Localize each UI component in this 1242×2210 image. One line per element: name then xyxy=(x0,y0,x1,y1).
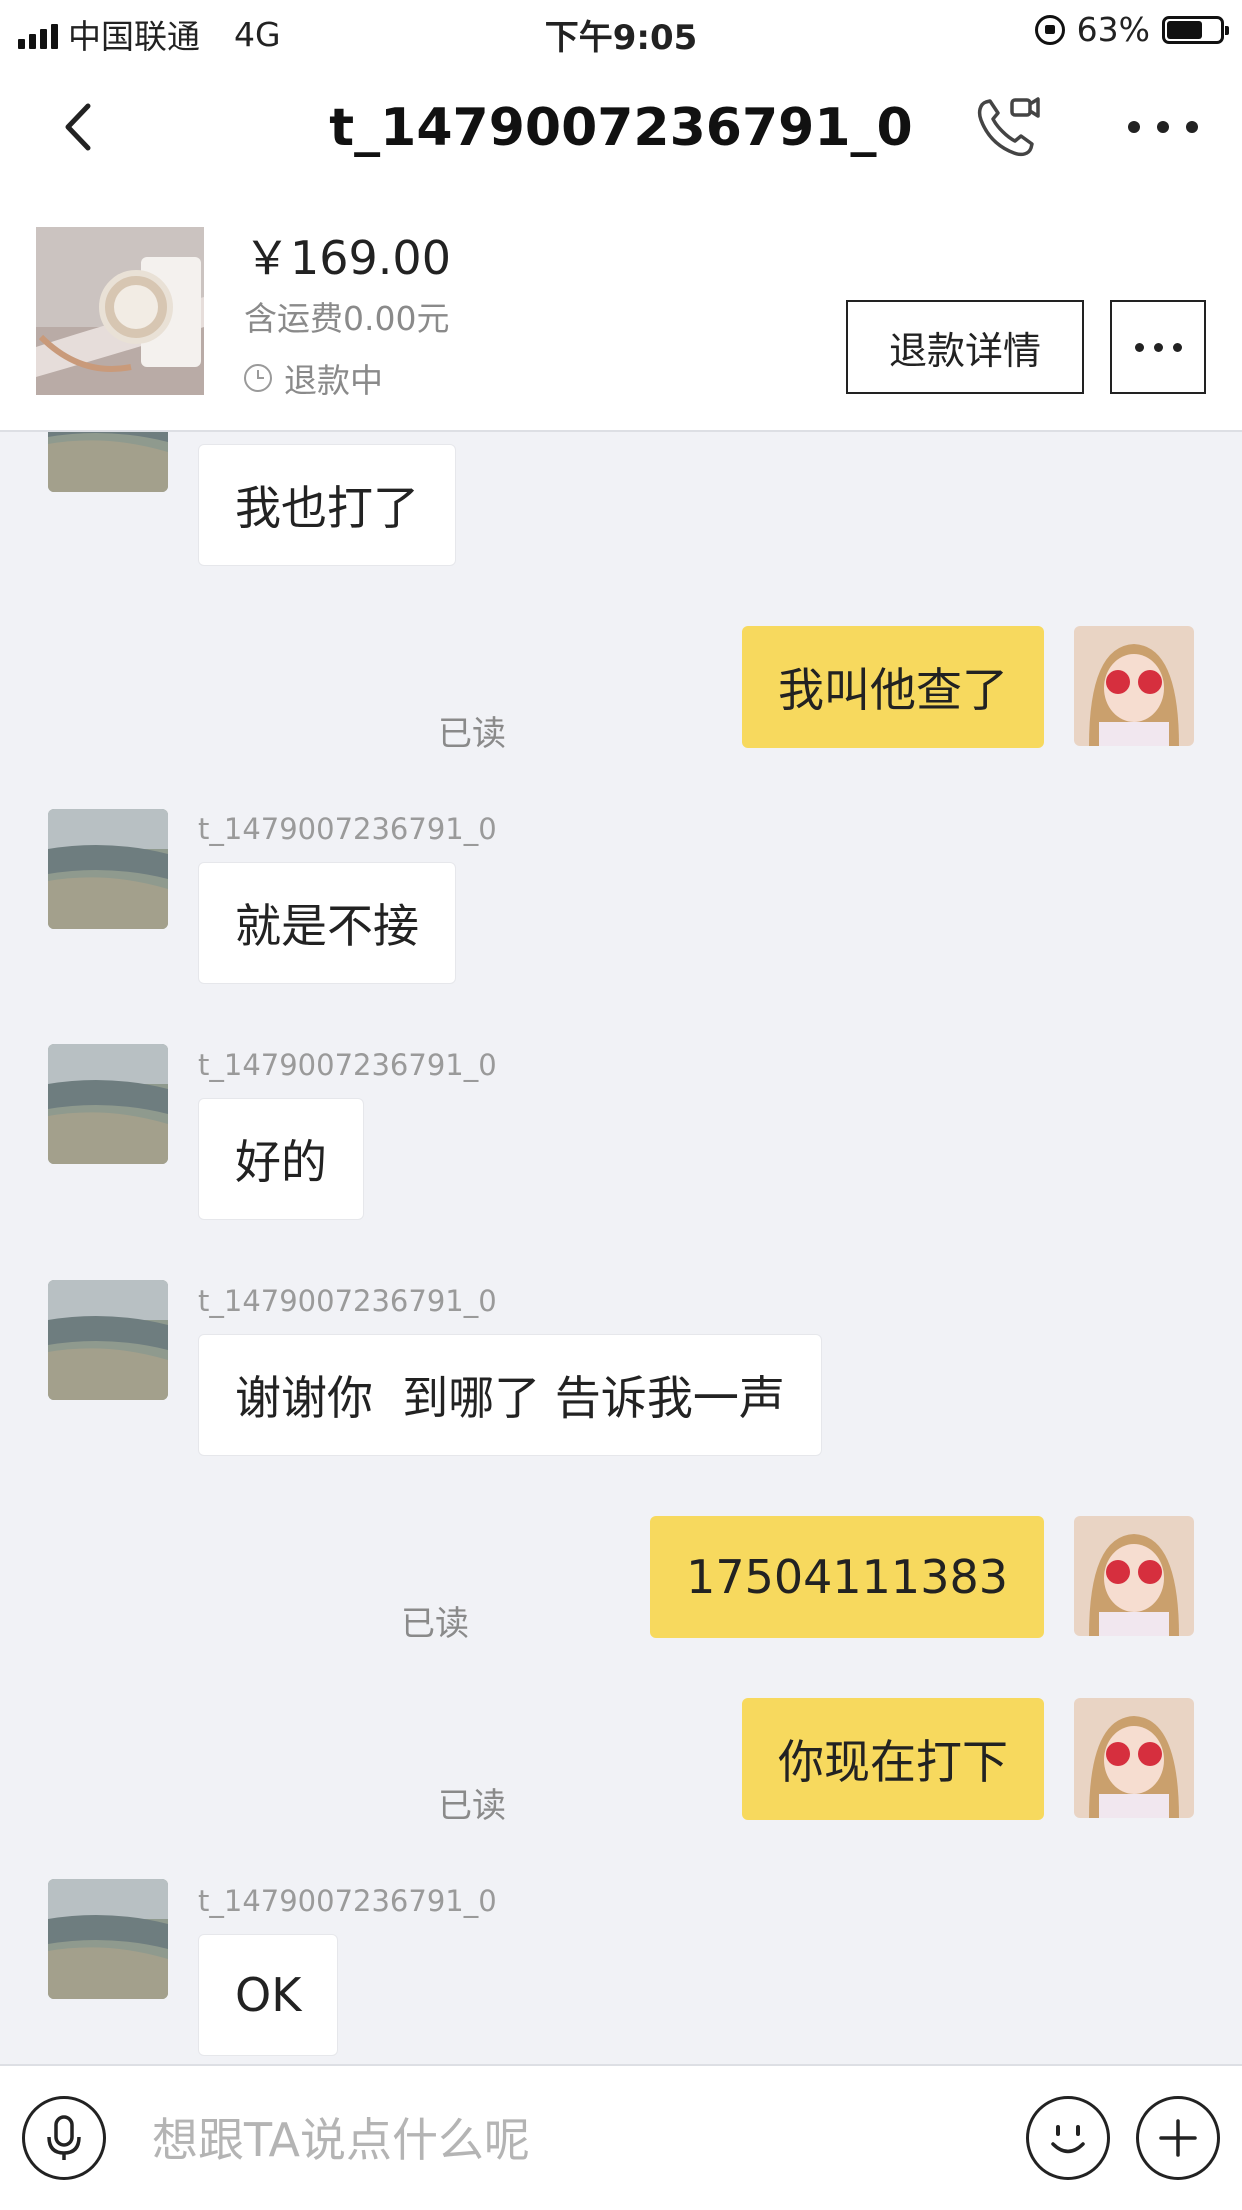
microphone-icon xyxy=(47,2115,81,2160)
battery-percent: 63% xyxy=(1076,10,1150,49)
contact-avatar[interactable] xyxy=(48,1044,168,1164)
contact-avatar[interactable] xyxy=(48,809,168,929)
user-avatar[interactable] xyxy=(1074,1698,1194,1818)
user-avatar[interactable] xyxy=(1074,626,1194,746)
battery-icon xyxy=(1162,15,1229,44)
input-bar xyxy=(0,2064,1242,2210)
sender-name: t_1479007236791_0 xyxy=(198,1284,497,1318)
back-icon[interactable] xyxy=(56,102,106,152)
read-receipt: 已读 xyxy=(438,1786,506,1826)
plus-icon xyxy=(1159,2119,1197,2157)
page-title: t_1479007236791_0 xyxy=(329,98,913,158)
sender-name: t_1479007236791_0 xyxy=(198,1884,497,1918)
contact-avatar[interactable] xyxy=(48,1280,168,1400)
microphone-button[interactable] xyxy=(22,2096,106,2180)
sender-name: t_1479007236791_0 xyxy=(198,1048,497,1082)
order-card: ￥169.00 含运费0.00元 退款中 退款详情 xyxy=(0,192,1242,432)
orientation-lock-icon xyxy=(1034,14,1065,45)
order-price: ￥169.00 xyxy=(244,231,451,285)
user-avatar[interactable] xyxy=(1074,1516,1194,1636)
chat-area[interactable]: 我也打了 已读 我叫他查了 t_1479007236791_0 就是不接 t_1… xyxy=(0,432,1242,2064)
read-receipt: 已读 xyxy=(401,1604,469,1644)
message-bubble[interactable]: 好的 xyxy=(198,1098,364,1220)
phone-video-icon[interactable] xyxy=(972,92,1042,162)
product-image[interactable] xyxy=(36,227,204,395)
message-bubble[interactable]: 谢谢你 到哪了 告诉我一声 xyxy=(198,1334,822,1456)
message-bubble[interactable]: 我也打了 xyxy=(198,444,456,566)
message-bubble-self[interactable]: 我叫他查了 xyxy=(742,626,1044,748)
message-bubble-self[interactable]: 17504111383 xyxy=(650,1516,1044,1638)
contact-avatar[interactable] xyxy=(48,1879,168,1999)
read-receipt: 已读 xyxy=(438,714,506,754)
nav-bar: t_1479007236791_0 xyxy=(0,62,1242,192)
order-more-button[interactable] xyxy=(1110,300,1206,394)
more-icon[interactable] xyxy=(1128,114,1198,140)
status-bar: 中国联通 4G 下午9:05 63% xyxy=(0,0,1242,62)
clock-icon xyxy=(244,364,272,392)
emoji-button[interactable] xyxy=(1026,2096,1110,2180)
refund-details-button[interactable]: 退款详情 xyxy=(846,300,1084,394)
add-attachment-button[interactable] xyxy=(1136,2096,1220,2180)
smiley-icon xyxy=(1051,2125,1085,2154)
status-right: 63% xyxy=(1034,10,1229,49)
message-input[interactable] xyxy=(150,2104,974,2176)
message-bubble[interactable]: 就是不接 xyxy=(198,862,456,984)
contact-avatar[interactable] xyxy=(48,432,168,492)
message-bubble[interactable]: OK xyxy=(198,1934,339,2056)
shipping-fee: 含运费0.00元 xyxy=(244,299,450,338)
message-bubble-self[interactable]: 你现在打下 xyxy=(742,1698,1044,1820)
sender-name: t_1479007236791_0 xyxy=(198,812,497,846)
order-status-text: 退款中 xyxy=(284,361,383,400)
order-status: 退款中 xyxy=(244,354,383,402)
